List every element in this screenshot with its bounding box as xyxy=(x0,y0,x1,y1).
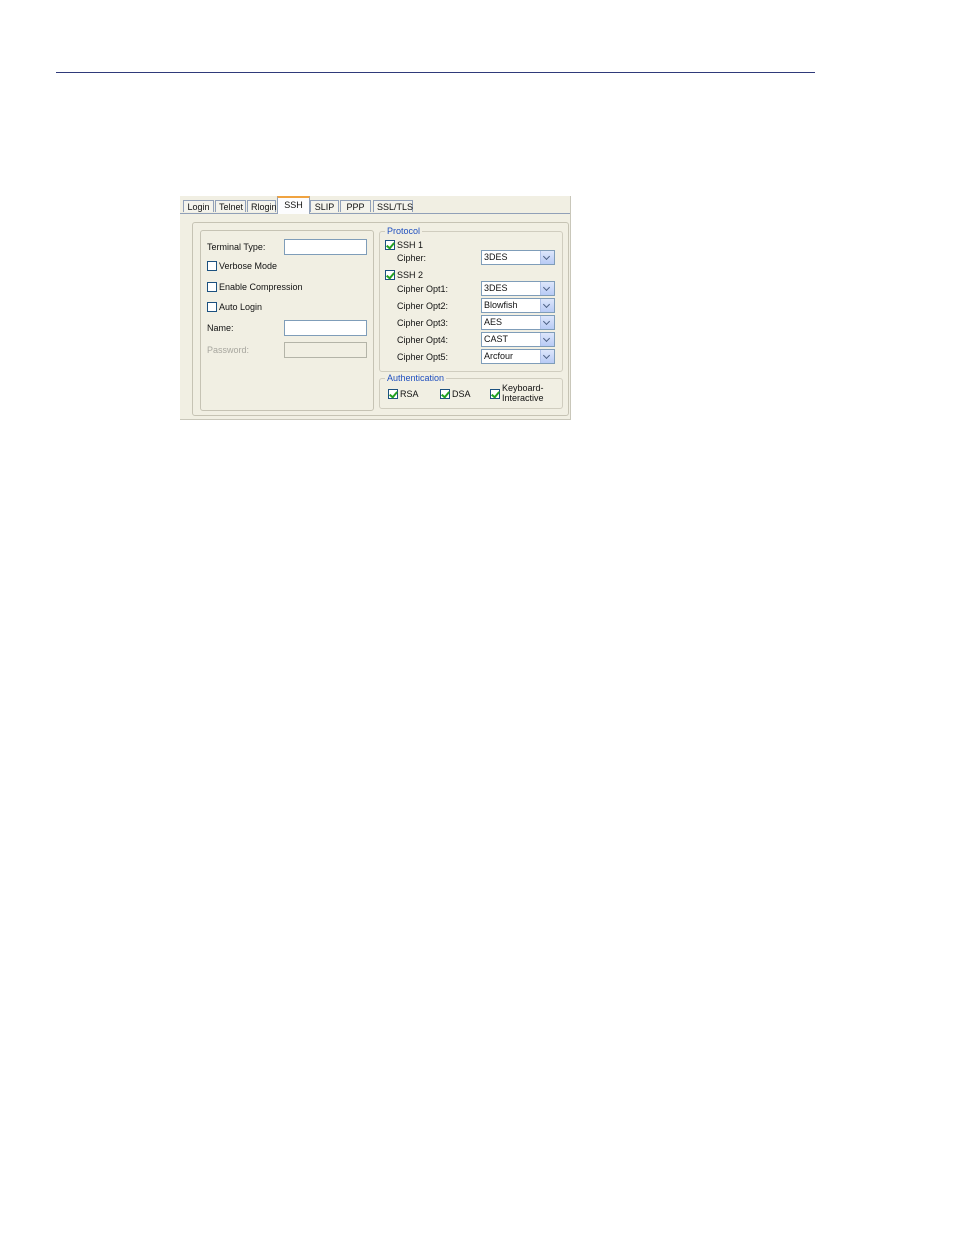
tab-rlogin[interactable]: Rlogin xyxy=(247,200,277,212)
cipher-opt3-label: Cipher Opt3: xyxy=(397,318,449,328)
cipher-opt3-select[interactable]: AES xyxy=(481,315,555,330)
cipher-opt5-select[interactable]: Arcfour xyxy=(481,349,555,364)
keyboard-interactive-label: Keyboard- Interactive xyxy=(502,383,544,403)
authentication-group: Authentication RSA DSA Keyboard- Interac… xyxy=(379,373,563,409)
keyboard-interactive-label-line2: Interactive xyxy=(502,393,544,403)
cipher-opt5-value: Arcfour xyxy=(484,351,514,361)
password-label: Password: xyxy=(207,345,250,355)
chevron-down-icon[interactable] xyxy=(540,282,554,295)
dsa-label: DSA xyxy=(452,389,471,399)
protocol-legend: Protocol xyxy=(385,226,423,237)
enable-compression-checkbox[interactable] xyxy=(207,282,217,292)
rsa-label: RSA xyxy=(400,389,419,399)
tab-telnet[interactable]: Telnet xyxy=(215,200,246,212)
verbose-mode-checkbox[interactable] xyxy=(207,261,217,271)
cipher-opt2-label: Cipher Opt2: xyxy=(397,301,449,311)
ssh2-label: SSH 2 xyxy=(397,270,424,280)
authentication-legend: Authentication xyxy=(385,373,447,384)
tab-ssh[interactable]: SSH xyxy=(277,196,310,214)
cipher-opt5-label: Cipher Opt5: xyxy=(397,352,449,362)
cipher-select[interactable]: 3DES xyxy=(481,250,555,265)
tab-ssl-tls[interactable]: SSL/TLS xyxy=(373,200,413,212)
ssh-settings-dialog: Login Telnet Rlogin SSH SLIP PPP SSL/TLS… xyxy=(180,196,571,420)
session-options-box: Terminal Type: Verbose Mode Enable Compr… xyxy=(200,230,374,411)
auto-login-checkbox[interactable] xyxy=(207,302,217,312)
ssh1-checkbox[interactable] xyxy=(385,240,395,250)
name-input[interactable] xyxy=(284,320,367,336)
tab-strip: Login Telnet Rlogin SSH SLIP PPP SSL/TLS xyxy=(180,196,570,214)
terminal-type-label: Terminal Type: xyxy=(207,242,266,252)
cipher-opt1-label: Cipher Opt1: xyxy=(397,284,449,294)
protocol-group: Protocol SSH 1 Cipher: 3DES SSH 2 Cipher… xyxy=(379,226,563,372)
tab-ppp[interactable]: PPP xyxy=(340,200,371,212)
tab-slip[interactable]: SLIP xyxy=(310,200,339,212)
chevron-down-icon[interactable] xyxy=(540,251,554,264)
cipher-opt4-label: Cipher Opt4: xyxy=(397,335,449,345)
chevron-down-icon[interactable] xyxy=(540,350,554,363)
password-input xyxy=(284,342,367,358)
verbose-mode-label: Verbose Mode xyxy=(219,261,278,271)
cipher-opt2-select[interactable]: Blowfish xyxy=(481,298,555,313)
chevron-down-icon[interactable] xyxy=(540,316,554,329)
ssh2-checkbox[interactable] xyxy=(385,270,395,280)
cipher-opt1-select[interactable]: 3DES xyxy=(481,281,555,296)
keyboard-interactive-checkbox[interactable] xyxy=(490,389,500,399)
ssh1-label: SSH 1 xyxy=(397,240,424,250)
terminal-type-input[interactable] xyxy=(284,239,367,255)
ssh-tab-pane: Terminal Type: Verbose Mode Enable Compr… xyxy=(192,222,569,416)
cipher-opt3-value: AES xyxy=(484,317,503,327)
page-header-rule xyxy=(56,72,815,73)
rsa-checkbox[interactable] xyxy=(388,389,398,399)
cipher-opt1-value: 3DES xyxy=(484,283,508,293)
keyboard-interactive-label-line1: Keyboard- xyxy=(502,383,544,393)
cipher-label: Cipher: xyxy=(397,253,427,263)
chevron-down-icon[interactable] xyxy=(540,299,554,312)
cipher-opt4-value: CAST xyxy=(484,334,509,344)
auto-login-label: Auto Login xyxy=(219,302,263,312)
dsa-checkbox[interactable] xyxy=(440,389,450,399)
cipher-select-value: 3DES xyxy=(484,252,508,262)
chevron-down-icon[interactable] xyxy=(540,333,554,346)
cipher-opt2-value: Blowfish xyxy=(484,300,518,310)
name-label: Name: xyxy=(207,323,234,333)
tab-login[interactable]: Login xyxy=(183,200,214,212)
enable-compression-label: Enable Compression xyxy=(219,282,303,292)
cipher-opt4-select[interactable]: CAST xyxy=(481,332,555,347)
